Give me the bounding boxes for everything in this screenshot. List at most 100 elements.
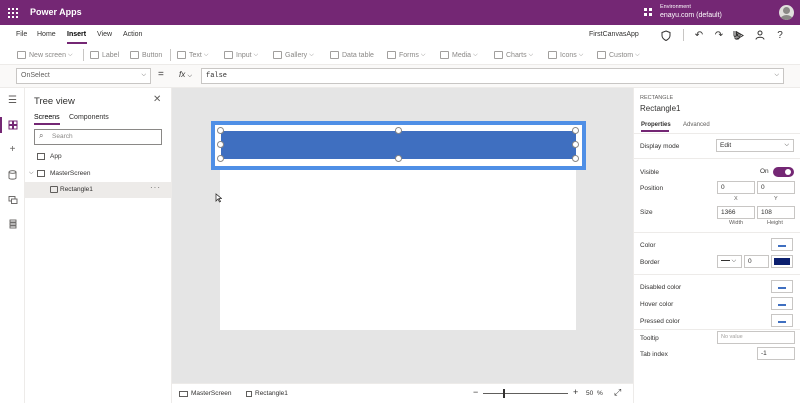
tab-advanced[interactable]: Advanced (683, 122, 710, 128)
border-style-dropdown[interactable]: ⌵ (717, 255, 742, 268)
more-options-icon[interactable]: ··· (150, 183, 161, 192)
search-placeholder: Search (52, 133, 73, 140)
pressed-color-picker[interactable] (771, 314, 793, 327)
gallery-menu-label: Gallery (285, 51, 308, 59)
property-dropdown[interactable]: OnSelect ⌵ (16, 68, 151, 84)
avatar[interactable] (779, 5, 794, 20)
environment-value[interactable]: enayu.com (default) (660, 12, 722, 19)
fit-to-window-icon[interactable]: ⤢ (614, 387, 621, 398)
control-name[interactable]: Rectangle1 (640, 104, 680, 113)
app-launcher-icon[interactable] (8, 8, 18, 18)
chevron-down-icon: ⌵ (420, 51, 426, 58)
hover-color-label: Hover color (640, 301, 674, 308)
data-cylinder-icon[interactable] (6, 168, 19, 181)
button-button[interactable]: Button (130, 48, 162, 62)
search-icon: ⌕ (39, 131, 44, 140)
input-menu[interactable]: Input ⌵ (224, 48, 258, 62)
forms-menu[interactable]: Forms ⌵ (387, 48, 425, 62)
color-picker[interactable] (771, 238, 793, 251)
app-checker-icon[interactable] (659, 28, 673, 42)
resize-handle[interactable] (572, 127, 579, 134)
resize-handle[interactable] (217, 127, 224, 134)
tree-item-app[interactable]: App (25, 149, 171, 165)
button-icon (130, 51, 139, 59)
screen-breadcrumb[interactable]: MasterScreen (179, 390, 231, 397)
border-width-input[interactable]: 0 (744, 255, 769, 268)
insert-plus-icon[interactable]: + (6, 143, 19, 156)
resize-handle[interactable] (217, 141, 224, 148)
position-x-input[interactable]: 0 (717, 181, 755, 194)
chevron-down-icon: ⌵ (784, 142, 789, 148)
resize-handle[interactable] (572, 155, 579, 162)
tab-screens[interactable]: Screens (34, 114, 60, 121)
resize-handle[interactable] (572, 141, 579, 148)
tree-item-label: App (50, 153, 62, 160)
app-icon (37, 153, 45, 160)
icons-menu[interactable]: Icons ⌵ (548, 48, 583, 62)
media-menu[interactable]: Media ⌵ (440, 48, 478, 62)
label-button[interactable]: Label (90, 48, 119, 62)
tree-view-icon[interactable] (6, 118, 19, 131)
data-table-button[interactable]: Data table (330, 48, 374, 62)
menu-home[interactable]: Home (37, 31, 56, 38)
zoom-out-button[interactable]: − (473, 387, 478, 397)
menu-file[interactable]: File (16, 31, 27, 38)
fx-button[interactable]: fx ⌵ (175, 68, 199, 84)
zoom-slider-thumb[interactable] (503, 389, 505, 398)
resize-handle[interactable] (217, 155, 224, 162)
redo-icon[interactable]: ↷ (712, 28, 726, 42)
disabled-color-label: Disabled color (640, 284, 682, 291)
tree-item-label: MasterScreen (50, 170, 91, 177)
tree-item-masterscreen[interactable]: ⌵ MasterScreen (25, 166, 171, 182)
chevron-down-icon: ⌵ (528, 51, 534, 58)
height-input[interactable]: 108 (757, 206, 795, 219)
input-menu-label: Input (236, 51, 252, 59)
active-tab-indicator (641, 130, 669, 132)
new-screen-icon (17, 51, 26, 59)
disabled-color-picker[interactable] (771, 280, 793, 293)
undo-icon[interactable]: ↶ (692, 28, 706, 42)
tooltip-input[interactable]: No value (717, 331, 795, 344)
display-mode-dropdown[interactable]: Edit ⌵ (716, 139, 794, 152)
active-tab-indicator (34, 123, 60, 125)
charts-menu[interactable]: Charts ⌵ (494, 48, 533, 62)
chevron-down-icon[interactable]: ⌵ (29, 170, 34, 177)
advanced-tools-icon[interactable] (6, 217, 19, 230)
menu-insert[interactable]: Insert (67, 31, 86, 38)
tab-components[interactable]: Components (69, 114, 109, 121)
tab-index-input[interactable]: -1 (757, 347, 795, 360)
hover-color-picker[interactable] (771, 297, 793, 310)
size-label: Size (640, 209, 653, 216)
border-color-picker[interactable] (771, 255, 793, 268)
formula-value: false (206, 72, 228, 80)
tree-search-input[interactable]: Search (34, 129, 162, 145)
control-breadcrumb[interactable]: Rectangle1 (246, 390, 288, 397)
visible-label: Visible (640, 169, 660, 176)
divider (634, 158, 800, 159)
button-button-label: Button (142, 51, 163, 59)
preview-play-icon[interactable] (733, 28, 747, 42)
zoom-slider[interactable] (483, 393, 568, 394)
media-chat-icon[interactable] (6, 193, 19, 206)
custom-menu[interactable]: Custom ⌵ (597, 48, 640, 62)
position-y-input[interactable]: 0 (757, 181, 795, 194)
left-rail (0, 88, 25, 403)
zoom-in-button[interactable]: + (573, 387, 578, 397)
share-user-icon[interactable] (753, 28, 767, 42)
width-label: Width (729, 220, 744, 226)
resize-handle[interactable] (395, 127, 402, 134)
resize-handle[interactable] (395, 155, 402, 162)
text-menu[interactable]: Text ⌵ (177, 48, 208, 62)
menu-view[interactable]: View (97, 31, 112, 38)
help-icon[interactable]: ? (773, 28, 787, 42)
hamburger-menu-icon[interactable]: ☰ (6, 94, 19, 107)
new-screen-button[interactable]: New screen ⌵ (17, 48, 73, 62)
menu-action[interactable]: Action (123, 31, 142, 38)
formula-input[interactable]: false ⌵ (201, 68, 784, 84)
tab-properties[interactable]: Properties (641, 122, 671, 128)
gallery-menu[interactable]: Gallery ⌵ (273, 48, 314, 62)
close-icon[interactable]: ✕ (153, 94, 161, 105)
width-input[interactable]: 1366 (717, 206, 755, 219)
expand-chevron-icon[interactable]: ⌵ (774, 72, 779, 79)
app-title[interactable]: FirstCanvasApp (589, 31, 639, 38)
